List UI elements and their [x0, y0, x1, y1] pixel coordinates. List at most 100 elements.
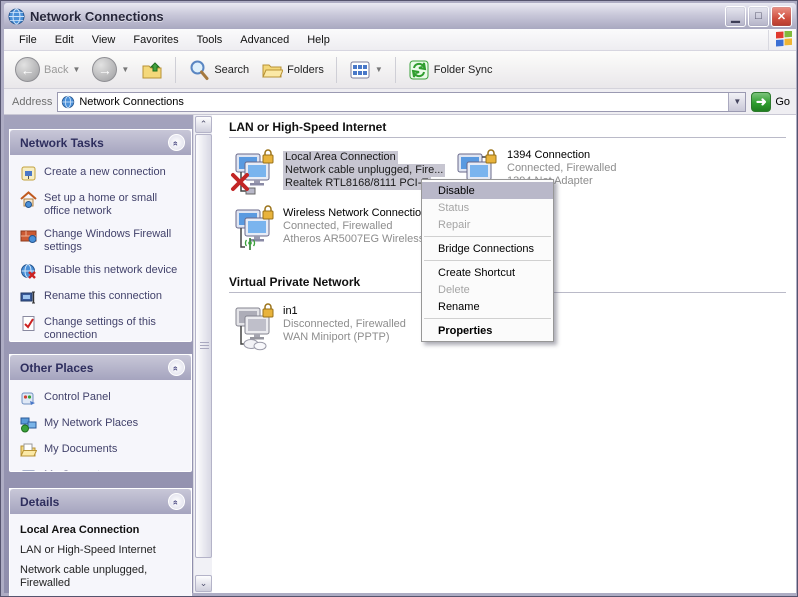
- control-panel-icon: [20, 390, 37, 407]
- connection-device: Atheros AR5007EG Wireless: [283, 233, 424, 245]
- up-button[interactable]: [136, 56, 168, 84]
- task-change-connection-settings[interactable]: Change settings of this connection: [20, 315, 185, 342]
- menu-advanced[interactable]: Advanced: [231, 31, 298, 49]
- place-my-documents[interactable]: My Documents: [20, 442, 185, 459]
- folder-sync-button[interactable]: Folder Sync: [403, 56, 498, 84]
- details-connection-type: LAN or High-Speed Internet: [20, 544, 181, 557]
- context-menu-repair: Repair: [422, 216, 553, 233]
- network-places-icon: [20, 416, 37, 433]
- other-places-panel: Other Places « Control Panel: [9, 354, 192, 472]
- scroll-down-icon[interactable]: ⌄: [195, 575, 212, 592]
- scroll-up-icon[interactable]: ⌃: [195, 116, 212, 133]
- connection-name: 1394 Connection: [507, 149, 590, 161]
- context-menu-separator: [424, 236, 551, 237]
- my-computer-icon: [20, 468, 37, 472]
- chevron-up-icon[interactable]: «: [168, 359, 185, 376]
- folders-button[interactable]: Folders: [256, 56, 329, 84]
- menu-help[interactable]: Help: [298, 31, 339, 49]
- details-header[interactable]: Details «: [10, 489, 191, 514]
- network-connections-window: Network Connections ▁ □ ✕ File Edit View…: [0, 0, 798, 597]
- views-dropdown-icon[interactable]: ▼: [375, 65, 383, 74]
- place-control-panel[interactable]: Control Panel: [20, 390, 185, 407]
- connection-wireless[interactable]: Wireless Network Connection Connected, F…: [229, 205, 427, 253]
- address-label: Address: [8, 96, 52, 108]
- connection-vpn-in1[interactable]: in1 Disconnected, Firewalled WAN Minipor…: [229, 303, 406, 351]
- context-menu-properties[interactable]: Properties: [422, 322, 553, 339]
- connection-device: WAN Miniport (PPTP): [283, 331, 390, 343]
- connection-name: Local Area Connection: [283, 151, 398, 164]
- other-places-header[interactable]: Other Places «: [10, 355, 191, 380]
- chevron-up-icon[interactable]: «: [168, 134, 185, 151]
- toolbar-separator: [175, 57, 176, 83]
- task-setup-home-network[interactable]: Set up a home or small office network: [20, 191, 185, 218]
- menu-bar: File Edit View Favorites Tools Advanced …: [4, 29, 796, 51]
- connection-device: Realtek RTL8168/8111 PCI-E: [283, 177, 431, 190]
- disable-device-icon: [20, 263, 37, 280]
- search-button[interactable]: Search: [183, 56, 254, 84]
- address-dropdown-icon[interactable]: ▼: [728, 93, 745, 111]
- back-icon: ←: [15, 57, 40, 82]
- minimize-button[interactable]: ▁: [725, 6, 746, 27]
- chevron-up-icon[interactable]: «: [168, 493, 185, 510]
- task-create-new-connection[interactable]: Create a new connection: [20, 165, 185, 182]
- title-bar[interactable]: Network Connections ▁ □ ✕: [4, 3, 796, 29]
- connection-status: Connected, Firewalled: [283, 220, 392, 232]
- back-dropdown-icon[interactable]: ▼: [72, 65, 80, 74]
- forward-button[interactable]: → ▼: [87, 54, 134, 85]
- go-label[interactable]: Go: [775, 96, 790, 108]
- scrollbar-thumb[interactable]: [195, 134, 212, 558]
- close-button[interactable]: ✕: [771, 6, 792, 27]
- context-menu-delete: Delete: [422, 281, 553, 298]
- maximize-button[interactable]: □: [748, 6, 769, 27]
- address-value[interactable]: Network Connections: [79, 96, 724, 108]
- connection-local-area[interactable]: Local Area Connection Network cable unpl…: [229, 149, 445, 197]
- menu-tools[interactable]: Tools: [188, 31, 232, 49]
- address-input[interactable]: Network Connections ▼: [57, 92, 746, 112]
- folder-up-icon: [141, 59, 163, 81]
- context-menu-separator: [424, 318, 551, 319]
- toolbar-separator: [395, 57, 396, 83]
- menu-view[interactable]: View: [83, 31, 125, 49]
- menu-favorites[interactable]: Favorites: [124, 31, 187, 49]
- wireless-connection-icon: [229, 205, 277, 253]
- folder-sync-icon: [408, 59, 430, 81]
- window-icon: [8, 8, 25, 25]
- forward-icon: →: [92, 57, 117, 82]
- task-disable-network-device[interactable]: Disable this network device: [20, 263, 185, 280]
- menu-edit[interactable]: Edit: [46, 31, 83, 49]
- place-my-computer[interactable]: My Computer: [20, 468, 185, 472]
- address-bar: Address Network Connections ▼ ➜ Go: [4, 89, 796, 115]
- views-button[interactable]: ▼: [344, 56, 388, 84]
- context-menu-separator: [424, 260, 551, 261]
- go-button[interactable]: ➜: [751, 92, 771, 112]
- task-rename-connection[interactable]: Rename this connection: [20, 289, 185, 306]
- context-menu-bridge-connections[interactable]: Bridge Connections: [422, 240, 553, 257]
- connection-status: Network cable unplugged, Fire...: [283, 164, 445, 177]
- task-change-firewall-settings[interactable]: Change Windows Firewall settings: [20, 227, 185, 254]
- toolbar: ← Back ▼ → ▼ Search Fol: [4, 51, 796, 89]
- toolbar-separator: [336, 57, 337, 83]
- network-tasks-header[interactable]: Network Tasks «: [10, 130, 191, 155]
- my-documents-icon: [20, 442, 37, 459]
- details-connection-name: Local Area Connection: [20, 524, 181, 536]
- address-location-icon: [61, 95, 75, 109]
- network-tasks-panel: Network Tasks « Create a new connection: [9, 129, 192, 342]
- back-button[interactable]: ← Back ▼: [10, 54, 85, 85]
- context-menu-create-shortcut[interactable]: Create Shortcut: [422, 264, 553, 281]
- forward-dropdown-icon[interactable]: ▼: [121, 65, 129, 74]
- windows-logo-icon: [768, 30, 794, 50]
- context-menu-rename[interactable]: Rename: [422, 298, 553, 315]
- context-menu-disable[interactable]: Disable: [422, 182, 553, 199]
- connection-status: Connected, Firewalled: [507, 162, 616, 174]
- sidebar-scrollbar[interactable]: ⌃ ⌄: [193, 115, 212, 593]
- place-my-network-places[interactable]: My Network Places: [20, 416, 185, 433]
- connection-name: in1: [283, 305, 298, 317]
- menu-file[interactable]: File: [10, 31, 46, 49]
- group-header-lan: LAN or High-Speed Internet: [229, 120, 786, 138]
- context-menu-status: Status: [422, 199, 553, 216]
- connection-status: Disconnected, Firewalled: [283, 318, 406, 330]
- local-area-connection-icon: [229, 149, 277, 197]
- connection-name: Wireless Network Connection: [283, 207, 427, 219]
- change-settings-icon: [20, 315, 37, 332]
- home-network-icon: [20, 191, 37, 208]
